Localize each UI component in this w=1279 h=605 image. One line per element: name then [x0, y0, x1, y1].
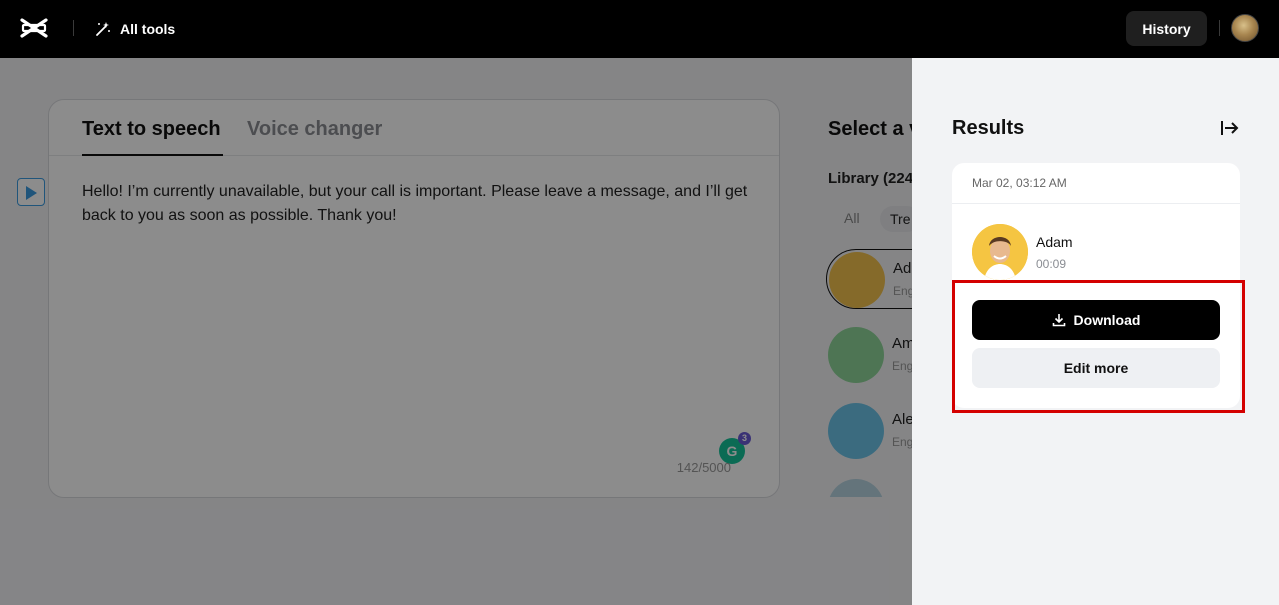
- collapse-panel-icon[interactable]: [1220, 118, 1240, 138]
- all-tools-button[interactable]: All tools: [94, 18, 175, 40]
- all-tools-label: All tools: [120, 21, 176, 37]
- results-title: Results: [952, 117, 1025, 139]
- voice-avatar: [972, 224, 1028, 280]
- divider: [1219, 20, 1220, 36]
- top-bar: All tools History: [0, 0, 1279, 58]
- magic-wand-icon: [96, 22, 110, 36]
- user-avatar[interactable]: [1231, 14, 1259, 42]
- result-timestamp: Mar 02, 03:12 AM: [972, 176, 1067, 190]
- history-button[interactable]: History: [1126, 11, 1207, 46]
- result-duration: 00:09: [1036, 257, 1067, 271]
- highlight-annotation: [952, 280, 1245, 413]
- result-voice-name: Adam: [1036, 234, 1073, 250]
- divider: [952, 203, 1240, 204]
- divider: [73, 20, 74, 36]
- modal-overlay[interactable]: [0, 58, 912, 605]
- capcut-logo-icon[interactable]: [20, 16, 48, 40]
